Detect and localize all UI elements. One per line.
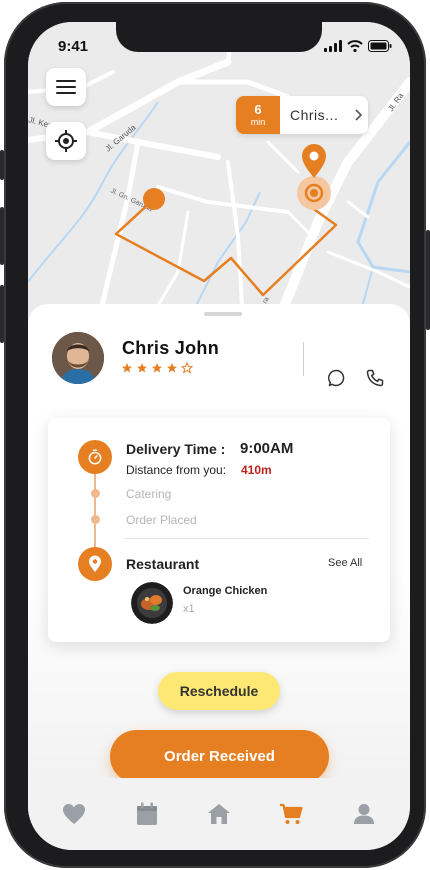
menu-button[interactable] <box>46 68 86 106</box>
eta-driver-name: Chris... <box>290 107 339 123</box>
delivery-details-card: Delivery Time : 9:00AM Distance from you… <box>48 418 390 642</box>
item-name: Orange Chicken <box>183 585 268 597</box>
delivery-sheet: Chris John Delivery Time: 9:00AM Distan… <box>28 304 410 794</box>
driver-photo <box>52 332 104 384</box>
locate-me-button[interactable] <box>46 122 86 160</box>
timeline-dot <box>90 515 100 524</box>
item-quantity: x1 <box>183 603 195 615</box>
profile-icon <box>353 804 374 824</box>
tab-home[interactable] <box>199 794 239 834</box>
chat-button[interactable] <box>324 365 350 391</box>
signal-icon <box>324 40 342 52</box>
star-filled-icon <box>152 363 162 373</box>
heart-icon <box>63 804 86 824</box>
tab-profile[interactable] <box>344 794 384 834</box>
battery-icon <box>368 40 392 52</box>
reschedule-button[interactable]: Reschedule <box>158 672 280 710</box>
star-empty-icon <box>181 362 193 374</box>
wifi-icon <box>347 40 363 52</box>
destination-dot <box>310 189 318 197</box>
location-pin-icon <box>78 547 112 581</box>
home-icon <box>207 804 230 824</box>
status-time: 9:41 <box>58 38 89 55</box>
avatar <box>52 332 104 384</box>
mute-switch <box>0 150 4 180</box>
hamburger-icon <box>56 80 76 94</box>
timeline-dot <box>90 489 100 498</box>
driver-rating <box>121 362 193 374</box>
status-icons <box>324 40 392 52</box>
screen: Jl. Garuda Jl. Gn. Garuda Jl. Ra Jl. Ker… <box>28 22 410 850</box>
see-all-link[interactable]: See All <box>328 557 362 569</box>
order-received-button[interactable]: Order Received <box>110 730 329 783</box>
driver-name: Chris John <box>122 338 220 358</box>
sheet-handle[interactable] <box>204 312 242 316</box>
distance-label: Distance from you: <box>126 463 227 477</box>
crosshair-icon <box>55 130 77 152</box>
map-view[interactable]: Jl. Garuda Jl. Gn. Garuda Jl. Ra Jl. Ker… <box>28 22 410 322</box>
delivery-time-value: 9:00AM <box>240 440 294 457</box>
call-button[interactable] <box>362 365 388 391</box>
notch <box>116 22 322 52</box>
star-filled-icon <box>137 363 147 373</box>
restaurant-label: Restaurant <box>126 556 200 572</box>
tab-calendar[interactable] <box>127 794 167 834</box>
driver-location-marker <box>143 188 165 210</box>
eta-pill[interactable]: 6 min Chris... <box>236 96 368 134</box>
tab-bar <box>28 778 410 850</box>
calendar-icon <box>136 802 157 825</box>
distance-value: 410m <box>241 463 272 477</box>
phone-frame: Jl. Garuda Jl. Gn. Garuda Jl. Ra Jl. Ker… <box>0 2 430 868</box>
chat-bubble-icon <box>328 369 345 387</box>
timer-icon <box>78 440 112 474</box>
step-order-placed: Order Placed <box>126 513 197 527</box>
phone-icon <box>366 369 384 387</box>
food-image <box>131 582 173 624</box>
cart-icon <box>280 803 303 824</box>
eta-unit: min <box>250 116 266 127</box>
power-button <box>426 230 430 330</box>
star-filled-icon <box>167 363 177 373</box>
delivery-time-label: Delivery Time : <box>126 441 226 457</box>
card-divider <box>124 538 369 539</box>
step-catering: Catering <box>126 487 172 501</box>
tab-cart[interactable] <box>271 794 311 834</box>
eta-badge: 6 min <box>236 96 280 134</box>
tab-favorites[interactable] <box>54 794 94 834</box>
eta-value: 6 <box>254 101 262 117</box>
chevron-right-icon <box>348 96 368 134</box>
volume-down-button <box>0 285 4 343</box>
volume-up-button <box>0 207 4 265</box>
header-divider <box>303 342 304 376</box>
star-filled-icon <box>122 363 132 373</box>
